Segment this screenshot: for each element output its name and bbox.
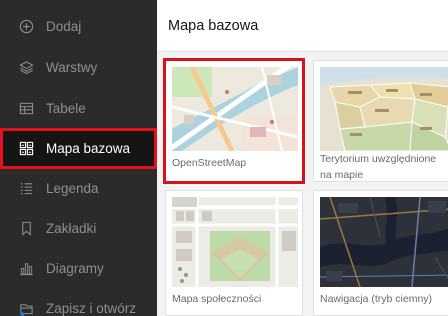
sidebar-item-legenda[interactable]: Legenda [0,168,157,208]
sidebar: Dodaj Warstwy Tabele Mapa bazowa Legenda… [0,0,157,316]
sidebar-item-dodaj[interactable]: Dodaj [0,6,157,46]
basemap-label: OpenStreetMap [172,157,247,169]
sidebar-item-label: Diagramy [46,260,104,276]
sidebar-item-zakladki[interactable]: Zakładki [0,208,157,248]
sidebar-item-label: Zakładki [46,220,97,236]
sidebar-item-label: Zapisz i otwórz [46,300,137,316]
basemap-card-terytorium[interactable]: Terytorium uwzględnione na mapie [313,60,448,182]
save-open-icon [18,300,34,316]
sidebar-item-label: Tabele [46,100,86,116]
sidebar-item-label: Legenda [46,180,99,196]
basemap-card-nawigacja-ciemny[interactable]: Nawigacja (tryb ciemny) [313,190,448,316]
sidebar-item-warstwy[interactable]: Warstwy [0,47,157,87]
sidebar-item-label: Mapa bazowa [46,141,131,156]
basemap-card-openstreetmap[interactable]: OpenStreetMap [163,58,305,184]
layers-icon [18,59,34,75]
sidebar-item-label: Dodaj [46,18,82,34]
table-icon [18,100,34,116]
legend-icon [18,180,34,196]
sidebar-item-label: Warstwy [46,59,98,75]
basemap-card-mapa-spolecznosci[interactable]: Mapa społeczności [165,190,303,316]
sidebar-item-tabele[interactable]: Tabele [0,88,157,128]
basemap-label: Mapa społeczności [172,293,262,305]
mapa-spolecznosci-thumbnail [172,197,298,287]
nawigacja-ciemny-thumbnail [320,197,448,287]
sidebar-item-zapisz-i-otworz[interactable]: Zapisz i otwórz [0,288,157,316]
plus-circle-icon [18,18,34,34]
basemap-panel: Mapa bazowa OpenStreetMap Terytorium uwz… [157,0,448,316]
sidebar-item-mapa-bazowa[interactable]: Mapa bazowa [0,128,157,169]
chart-icon [18,260,34,276]
basemap-label: Terytorium uwzględnione na mapie [320,153,437,181]
sidebar-item-diagramy[interactable]: Diagramy [0,248,157,288]
terytorium-thumbnail [320,67,448,151]
bookmark-icon [18,220,34,236]
openstreetmap-thumbnail [172,67,298,151]
basemap-grid-icon [18,141,34,157]
basemap-label: Nawigacja (tryb ciemny) [320,293,433,305]
panel-title: Mapa bazowa [157,0,448,52]
